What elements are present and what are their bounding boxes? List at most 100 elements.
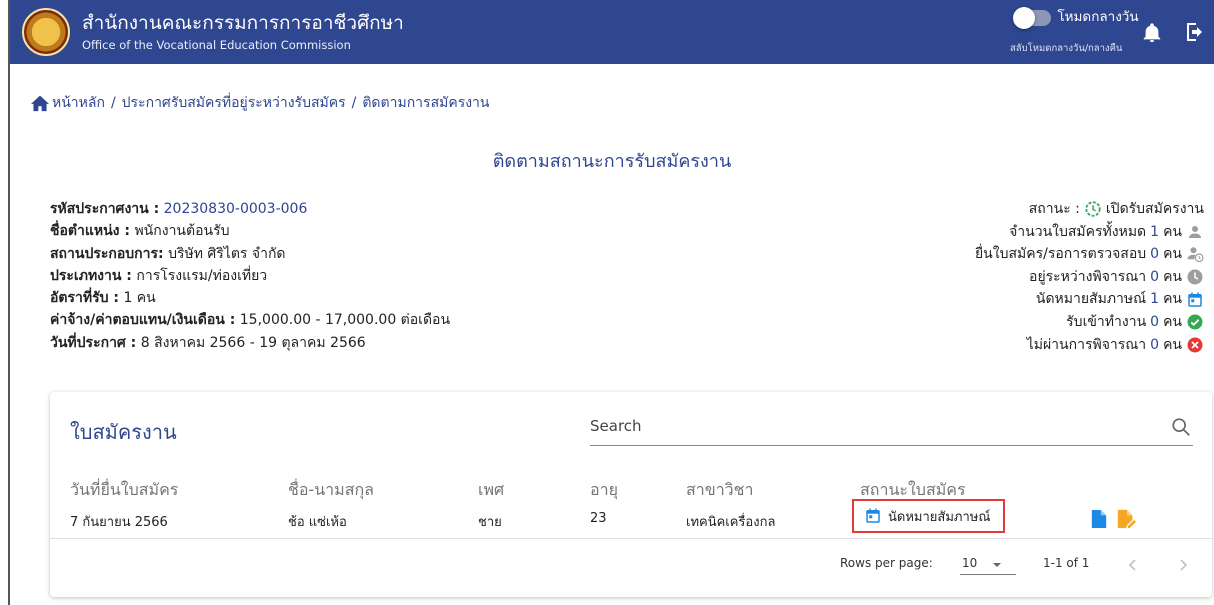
job-info: รหัสประกาศงาน : 20230830-0003-006 ชื่อตำ… xyxy=(50,198,450,354)
company-row: สถานประกอบการ: บริษัท ศิริไตร จำกัด xyxy=(50,243,450,265)
stat-count: 1 xyxy=(1150,291,1160,308)
stat-label: ไม่ผ่านการพิจารณา xyxy=(1026,336,1147,353)
cancel-circle-icon xyxy=(1187,337,1203,353)
pagination-range: 1-1 of 1 xyxy=(1043,556,1090,570)
breadcrumb-separator: / xyxy=(351,95,357,111)
stat-rejected: ไม่ผ่านการพิจารณา 0 คน xyxy=(975,334,1204,357)
clock-icon xyxy=(1187,269,1203,285)
job-type-value: การโรงแรม/ท่องเที่ยว xyxy=(136,267,268,284)
check-circle-icon xyxy=(1187,314,1203,330)
theme-toggle[interactable] xyxy=(1013,7,1051,29)
ovec-logo xyxy=(22,8,70,56)
stat-count: 0 xyxy=(1150,313,1160,330)
column-header-date[interactable]: วันที่ยื่นใบสมัคร xyxy=(70,478,178,503)
job-code-row: รหัสประกาศงาน : 20230830-0003-006 xyxy=(50,198,450,220)
job-code-value: 20230830-0003-006 xyxy=(163,201,308,217)
job-type-label: ประเภทงาน : xyxy=(50,267,132,284)
stat-label: จำนวนใบสมัครทั้งหมด xyxy=(1009,223,1147,240)
applications-title: ใบสมัครงาน xyxy=(70,420,177,444)
rows-per-page-label: Rows per page: xyxy=(840,556,933,570)
application-stats: สถานะ : เปิดรับสมัครงาน จำนวนใบสมัครทั้ง… xyxy=(975,198,1204,356)
chevron-right-icon[interactable] xyxy=(1176,558,1190,572)
column-header-major[interactable]: สาขาวิชา xyxy=(686,478,754,503)
company-label: สถานประกอบการ: xyxy=(50,245,164,262)
rate-label: อัตราที่รับ : xyxy=(50,290,119,307)
date-label: วันที่ประกาศ : xyxy=(50,334,137,351)
rate-row: อัตราที่รับ : 1 คน xyxy=(50,287,450,309)
breadcrumb-home[interactable]: หน้าหลัก xyxy=(52,92,105,114)
cell-status: นัดหมายสัมภาษณ์ xyxy=(888,509,991,525)
org-name-en: Office of the Vocational Education Commi… xyxy=(82,38,351,52)
chevron-left-icon[interactable] xyxy=(1126,558,1140,572)
search-input[interactable]: Search xyxy=(590,417,642,435)
stat-count: 1 xyxy=(1150,223,1160,240)
job-code-label: รหัสประกาศงาน : xyxy=(50,201,160,217)
person-icon xyxy=(1189,225,1201,238)
stat-unit: คน xyxy=(1163,268,1182,285)
position-value: พนักงานต้อนรับ xyxy=(134,223,230,240)
stat-interview: นัดหมายสัมภาษณ์ 1 คน xyxy=(975,288,1204,311)
breadcrumb-current: ติดตามการสมัครงาน xyxy=(362,95,490,111)
column-header-name[interactable]: ชื่อ-นามสกุล xyxy=(288,478,374,503)
stat-label: ยื่นใบสมัคร/รอการตรวจสอบ xyxy=(974,246,1147,263)
app: สำนักงานคณะกรรมการการอาชีวศึกษา Office o… xyxy=(8,0,1214,605)
stat-pending: ยื่นใบสมัคร/รอการตรวจสอบ 0 คน xyxy=(975,243,1204,266)
row-divider xyxy=(50,538,1212,539)
stat-unit: คน xyxy=(1163,313,1182,330)
salary-label: ค่าจ้าง/ค่าตอบแทน/เงินเดือน : xyxy=(50,312,236,329)
status-clock-icon xyxy=(1085,201,1101,217)
top-bar: สำนักงานคณะกรรมการการอาชีวศึกษา Office o… xyxy=(10,0,1214,64)
cell-major: เทคนิคเครื่องกล xyxy=(686,515,776,530)
job-type-row: ประเภทงาน : การโรงแรม/ท่องเที่ยว xyxy=(50,265,450,287)
position-label: ชื่อตำแหน่ง : xyxy=(50,223,130,240)
rows-per-page-select[interactable]: 10 xyxy=(962,556,977,570)
person-clock-icon xyxy=(1187,247,1204,263)
salary-value: 15,000.00 - 17,000.00 ต่อเดือน xyxy=(239,312,451,329)
date-row: วันที่ประกาศ : 8 สิงหาคม 2566 - 19 ตุลาค… xyxy=(50,332,450,354)
stat-label: นัดหมายสัมภาษณ์ xyxy=(1035,291,1147,308)
breadcrumb-separator: / xyxy=(110,95,116,111)
breadcrumb-announcements[interactable]: ประกาศรับสมัครที่อยู่ระหว่างรับสมัคร xyxy=(122,92,346,114)
applications-card: ใบสมัครงาน Search วันที่ยื่นใบสมัคร ชื่อ… xyxy=(50,392,1212,597)
stat-reviewing: อยู่ระหว่างพิจารณา 0 คน xyxy=(975,266,1204,289)
status-value: เปิดรับสมัครงาน xyxy=(1105,201,1204,217)
org-name-th: สำนักงานคณะกรรมการการอาชีวศึกษา xyxy=(82,12,404,34)
page-title: ติดตามสถานะการรับสมัครงาน xyxy=(492,151,732,172)
logout-icon[interactable] xyxy=(1183,20,1207,44)
stat-count: 0 xyxy=(1150,268,1160,285)
stat-count: 0 xyxy=(1150,246,1160,263)
stat-hired: รับเข้าทำงาน 0 คน xyxy=(975,311,1204,334)
bell-icon[interactable] xyxy=(1141,22,1163,44)
stat-label: อยู่ระหว่างพิจารณา xyxy=(1029,268,1147,285)
cell-date: 7 กันยายน 2566 xyxy=(70,515,168,530)
search-icon[interactable] xyxy=(1170,416,1192,438)
toggle-knob[interactable] xyxy=(1013,7,1035,29)
rate-value: 1 คน xyxy=(123,290,156,307)
rows-per-page-underline xyxy=(960,574,1016,575)
cell-age: 23 xyxy=(590,511,607,526)
company-value: บริษัท ศิริไตร จำกัด xyxy=(168,245,286,262)
document-icon[interactable] xyxy=(1090,509,1108,529)
cell-gender: ชาย xyxy=(478,515,502,530)
column-header-gender[interactable]: เพศ xyxy=(478,478,504,503)
stat-unit: คน xyxy=(1163,246,1182,263)
stat-total: จำนวนใบสมัครทั้งหมด 1 คน xyxy=(975,221,1204,244)
stat-unit: คน xyxy=(1163,223,1182,240)
search-underline xyxy=(590,445,1193,446)
position-row: ชื่อตำแหน่ง : พนักงานต้อนรับ xyxy=(50,220,450,242)
breadcrumb: หน้าหลัก / ประกาศรับสมัครที่อยู่ระหว่างร… xyxy=(30,92,490,114)
stat-unit: คน xyxy=(1163,291,1182,308)
salary-row: ค่าจ้าง/ค่าตอบแทน/เงินเดือน : 15,000.00 … xyxy=(50,309,450,331)
stat-count: 0 xyxy=(1150,336,1160,353)
status-label: สถานะ : xyxy=(1028,201,1080,217)
column-header-age[interactable]: อายุ xyxy=(590,478,618,503)
mode-title: โหมดกลางวัน xyxy=(1057,9,1139,25)
home-icon[interactable] xyxy=(30,94,50,112)
calendar-icon xyxy=(1188,292,1202,307)
date-value: 8 สิงหาคม 2566 - 19 ตุลาคม 2566 xyxy=(140,334,366,351)
stat-unit: คน xyxy=(1163,336,1182,353)
status-row: สถานะ : เปิดรับสมัครงาน xyxy=(975,198,1204,221)
dropdown-arrow-icon[interactable] xyxy=(992,560,1002,570)
calendar-icon xyxy=(866,508,880,523)
edit-document-icon[interactable] xyxy=(1116,509,1136,529)
